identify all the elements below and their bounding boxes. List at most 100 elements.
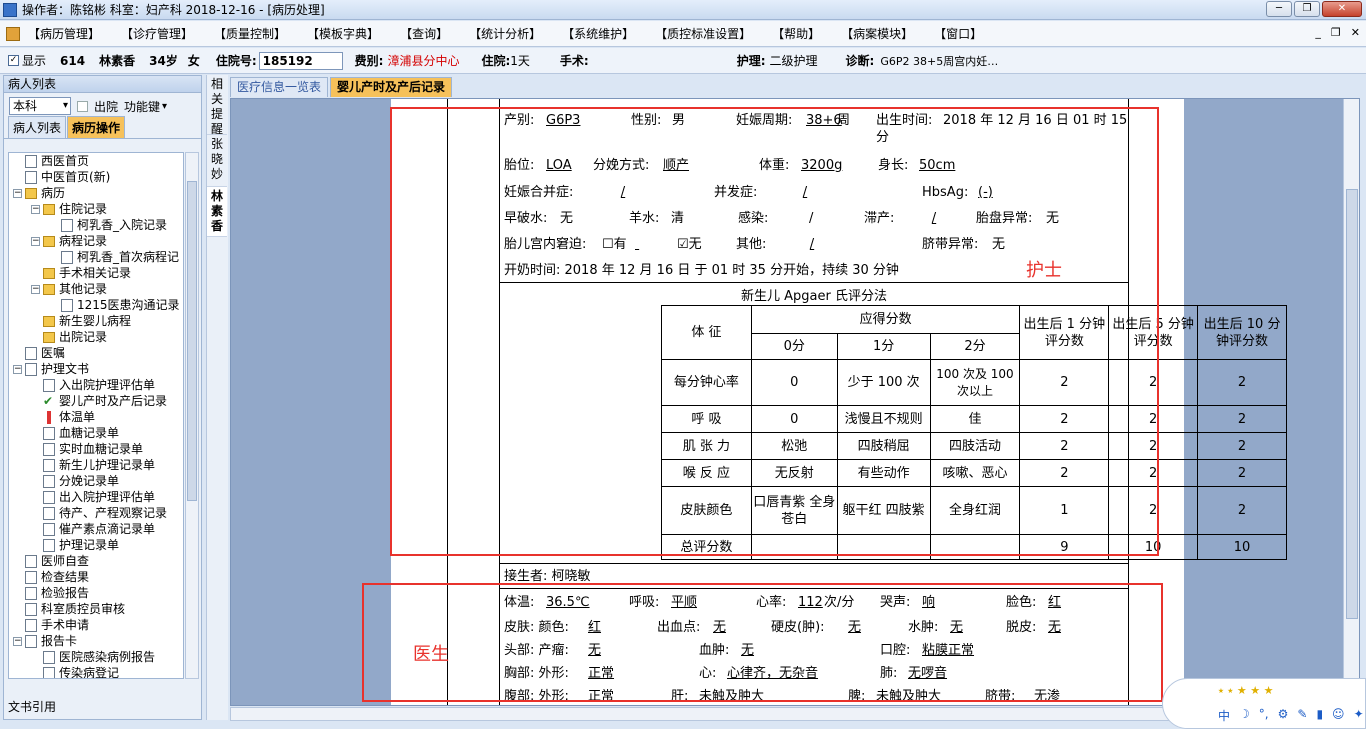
tree-item[interactable]: 新生儿护理记录单	[9, 457, 183, 473]
tree-item[interactable]: 分娩记录单	[9, 473, 183, 489]
document-scrollbar[interactable]	[1343, 99, 1359, 705]
ime-emoji-icon[interactable]: ☺	[1332, 707, 1345, 724]
tree-item[interactable]: 中医首页(新)	[9, 169, 183, 185]
tab-patient-list[interactable]: 病人列表	[8, 116, 67, 138]
tree-item[interactable]: − 病程记录	[9, 233, 183, 249]
tree-item[interactable]: 手术申请	[9, 617, 183, 633]
menu-clinical-mgmt[interactable]: 【诊疗管理】	[121, 25, 193, 42]
tree-item[interactable]: 西医首页	[9, 153, 183, 169]
tree-item[interactable]: − 住院记录	[9, 201, 183, 217]
ime-settings-icon[interactable]: ⚙	[1278, 707, 1289, 724]
menu-window[interactable]: 【窗口】	[934, 25, 982, 42]
tree-item[interactable]: 体温单	[9, 409, 183, 425]
tree-collapse-icon[interactable]: −	[13, 188, 22, 198]
tree-item[interactable]: 1215医患沟通记录	[9, 297, 183, 313]
menu-case-module[interactable]: 【病案模块】	[841, 25, 913, 42]
tree-item-label: 病程记录	[59, 234, 108, 248]
tree-item[interactable]: 血糖记录单	[9, 425, 183, 441]
tree-item[interactable]: 实时血糖记录单	[9, 441, 183, 457]
folder-icon	[43, 283, 55, 295]
menu-qc-standards[interactable]: 【质控标准设置】	[655, 25, 751, 42]
menu-template-dict[interactable]: 【模板字典】	[307, 25, 379, 42]
menu-bar: 【病历管理】 【诊疗管理】 【质量控制】 【模板字典】 【查询】 【统计分析】 …	[0, 21, 1366, 47]
ime-skin-icon[interactable]: ✦	[1354, 707, 1364, 724]
tree-item[interactable]: 出院记录	[9, 329, 183, 345]
close-button[interactable]: ✕	[1322, 1, 1362, 17]
tree-item-label: 婴儿产时及产后记录	[59, 394, 168, 408]
doc-reference-label[interactable]: 文书引用	[8, 698, 56, 715]
tab-medical-overview[interactable]: 医疗信息一览表	[230, 77, 329, 97]
tree-item[interactable]: − 其他记录	[9, 281, 183, 297]
tree-item[interactable]: ✔ 婴儿产时及产后记录	[9, 393, 183, 409]
tree-item[interactable]: 柯乳香_入院记录	[9, 217, 183, 233]
mdi-minimize-button[interactable]: _	[1315, 26, 1321, 39]
tree-item[interactable]: 检查结果	[9, 569, 183, 585]
tree-scroll-thumb[interactable]	[187, 181, 197, 501]
apgar-total[interactable]: 10	[1197, 534, 1287, 560]
document-scroll-thumb[interactable]	[1346, 189, 1358, 619]
tree-item[interactable]: − 报告卡	[9, 633, 183, 649]
func-key-button[interactable]: 功能键	[124, 98, 160, 115]
menu-statistics[interactable]: 【统计分析】	[469, 25, 541, 42]
tree-collapse-icon[interactable]: −	[31, 236, 40, 246]
document-icon	[43, 650, 55, 664]
tree-item[interactable]: 医院感染病例报告	[9, 649, 183, 665]
tree-item[interactable]: 入出院护理评估单	[9, 377, 183, 393]
side-tab-reminders[interactable]: 相关提醒	[207, 75, 227, 136]
minimize-button[interactable]: ─	[1266, 1, 1292, 17]
tree-item-label: 入出院护理评估单	[59, 378, 156, 392]
tree-item-label: 实时血糖记录单	[59, 442, 144, 456]
apgar-score[interactable]: 2	[1197, 405, 1287, 433]
tree-collapse-icon[interactable]: −	[13, 636, 22, 646]
ime-toolbar[interactable]: ⭑ ⭑ ★ ★ ★ 中 ☽ °, ⚙ ✎ ▮ ☺ ✦	[1162, 678, 1366, 729]
ime-moon-icon[interactable]: ☽	[1239, 707, 1250, 724]
menu-app-icon[interactable]	[6, 26, 20, 41]
menu-record-mgmt[interactable]: 【病历管理】	[28, 25, 100, 42]
dept-select[interactable]: 本科	[9, 97, 71, 115]
tree-item[interactable]: 医师自查	[9, 553, 183, 569]
side-tab-zhang[interactable]: 张晓妙	[207, 135, 227, 187]
mdi-close-button[interactable]: ✕	[1351, 26, 1360, 39]
ime-lang-icon[interactable]: 中	[1218, 707, 1230, 724]
maximize-button[interactable]: ❐	[1294, 1, 1320, 17]
mdi-restore-button[interactable]: ❐	[1331, 26, 1341, 39]
menu-system[interactable]: 【系统维护】	[562, 25, 634, 42]
apgar-score[interactable]: 2	[1197, 432, 1287, 460]
side-tab-lin[interactable]: 林素香	[207, 187, 227, 237]
tree-item[interactable]: 出入院护理评估单	[9, 489, 183, 505]
tree-collapse-icon[interactable]: −	[31, 284, 40, 294]
ime-punct-icon[interactable]: °,	[1259, 707, 1269, 724]
tree-scrollbar[interactable]	[185, 152, 199, 679]
tab-record-ops[interactable]: 病历操作	[67, 116, 126, 138]
tree-item[interactable]: 医嘱	[9, 345, 183, 361]
tree-item[interactable]: 新生婴儿病程	[9, 313, 183, 329]
tree-item[interactable]: − 病历	[9, 185, 183, 201]
func-key-chevron-icon[interactable]: ▾	[162, 101, 167, 112]
ime-keyboard-icon[interactable]: ▮	[1316, 707, 1323, 724]
tree-item[interactable]: 柯乳香_首次病程记	[9, 249, 183, 265]
tree-item[interactable]: 检验报告	[9, 585, 183, 601]
tree-item[interactable]: 科室质控员审核	[9, 601, 183, 617]
tree-item[interactable]: 催产素点滴记录单	[9, 521, 183, 537]
tree-item-label: 体温单	[59, 410, 96, 424]
tree-item[interactable]: 待产、产程观察记录	[9, 505, 183, 521]
discharge-checkbox[interactable]	[77, 100, 88, 112]
ime-pen-icon[interactable]: ✎	[1297, 707, 1307, 724]
document-icon	[43, 506, 55, 520]
tree-item[interactable]: 手术相关记录	[9, 265, 183, 281]
apgar-score[interactable]: 2	[1197, 459, 1287, 487]
tree-collapse-icon[interactable]: −	[13, 364, 22, 374]
tree-item[interactable]: 传染病登记	[9, 665, 183, 678]
apgar-score[interactable]: 2	[1197, 486, 1287, 535]
hosp-no-input[interactable]: 185192	[258, 51, 343, 70]
menu-query[interactable]: 【查询】	[400, 25, 448, 42]
menu-quality-control[interactable]: 【质量控制】	[214, 25, 286, 42]
tree-collapse-icon[interactable]: −	[31, 204, 40, 214]
apgar-score[interactable]: 2	[1197, 359, 1287, 406]
app-icon	[3, 2, 17, 17]
show-checkbox[interactable]: ✓	[8, 55, 19, 66]
tab-infant-record[interactable]: 婴儿产时及产后记录	[330, 77, 453, 97]
tree-item[interactable]: 护理记录单	[9, 537, 183, 553]
menu-help[interactable]: 【帮助】	[772, 25, 820, 42]
tree-item[interactable]: − 护理文书	[9, 361, 183, 377]
